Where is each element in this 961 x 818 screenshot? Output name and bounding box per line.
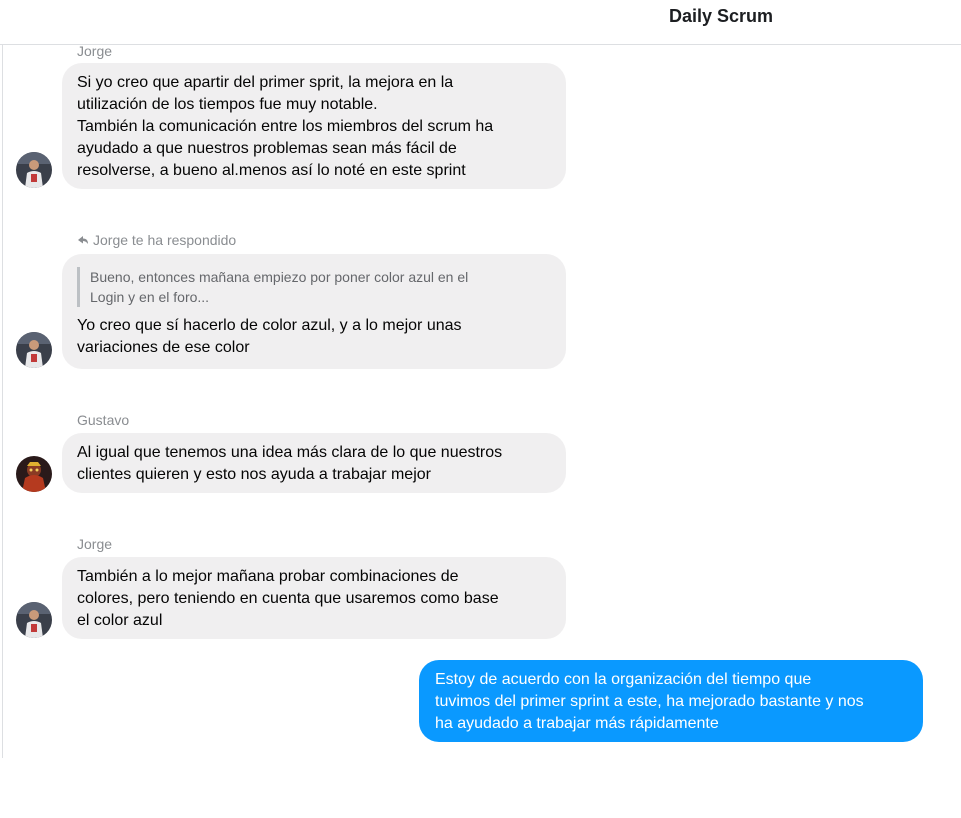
message-text: Al igual que tenemos una idea más clara … <box>77 444 503 483</box>
message-text: Estoy de acuerdo con la organización del… <box>435 671 864 732</box>
message-sender: Jorge <box>77 43 113 59</box>
conversation-title[interactable]: Daily Scrum <box>669 6 773 27</box>
chat-window: Daily Scrum Jorge Si yo creo que apartir… <box>0 0 961 818</box>
message-bubble[interactable]: También a lo mejor mañana probar combina… <box>62 557 566 639</box>
bottom-area <box>0 758 961 818</box>
avatar-jorge[interactable] <box>16 332 52 368</box>
message-bubble[interactable]: Al igual que tenemos una idea más clara … <box>62 433 566 493</box>
quoted-message: Bueno, entonces mañana empiezo por poner… <box>77 267 551 307</box>
reply-indicator: Jorge te ha respondido <box>77 232 236 248</box>
message-bubble[interactable]: Bueno, entonces mañana empiezo por poner… <box>62 254 566 369</box>
message-text: Yo creo que sí hacerlo de color azul, y … <box>77 317 462 356</box>
avatar-gustavo[interactable] <box>16 456 52 492</box>
message-sender: Gustavo <box>77 412 130 428</box>
reply-arrow-icon <box>78 236 88 244</box>
outgoing-message-bubble[interactable]: Estoy de acuerdo con la organización del… <box>419 660 923 742</box>
conversation-header: Daily Scrum <box>0 0 961 45</box>
avatar-jorge[interactable] <box>16 152 52 188</box>
reply-indicator-text: Jorge te ha respondido <box>93 232 237 248</box>
message-text: Si yo creo que apartir del primer sprit,… <box>77 74 494 179</box>
avatar-jorge[interactable] <box>16 602 52 638</box>
message-text: También a lo mejor mañana probar combina… <box>77 568 499 629</box>
message-sender: Jorge <box>77 536 113 552</box>
message-bubble[interactable]: Si yo creo que apartir del primer sprit,… <box>62 63 566 189</box>
